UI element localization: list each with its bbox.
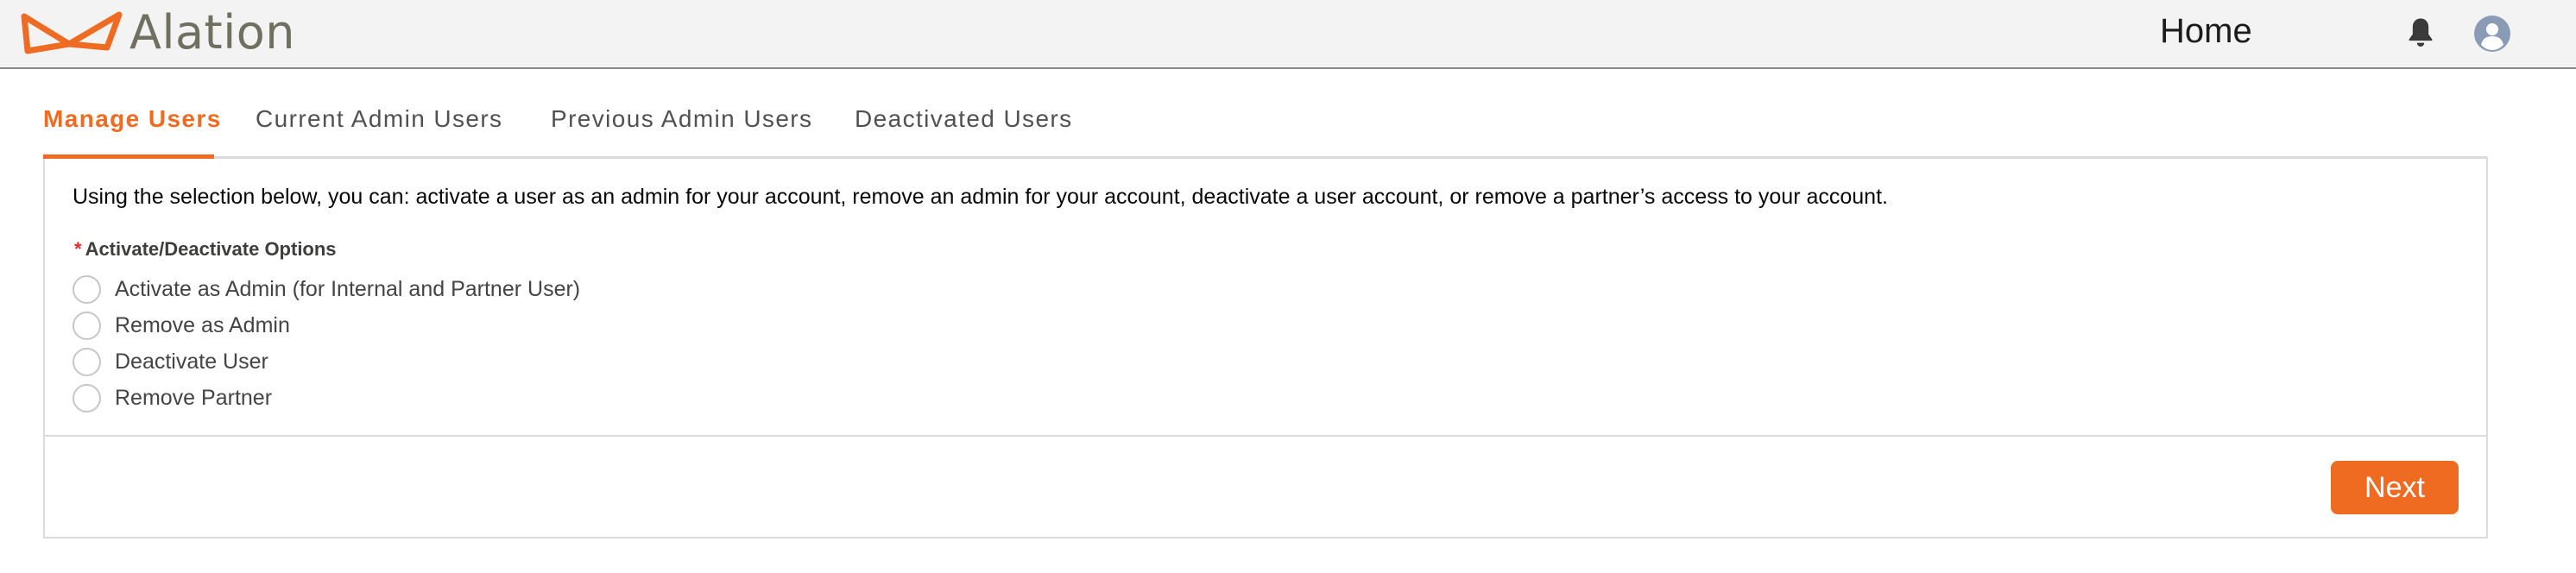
radio-label: Activate as Admin (for Internal and Part… — [115, 276, 581, 301]
radio-option-activate-admin[interactable]: Activate as Admin (for Internal and Part… — [73, 274, 580, 304]
nav-home-link[interactable]: Home — [2160, 12, 2252, 51]
tab-current-admin-users[interactable]: Current Admin Users — [256, 105, 502, 133]
tab-previous-admin-users[interactable]: Previous Admin Users — [551, 105, 812, 133]
next-button[interactable]: Next — [2331, 461, 2459, 514]
alation-logo-icon — [21, 11, 123, 54]
radio-option-deactivate-user[interactable]: Deactivate User — [73, 347, 268, 376]
app-header: Alation Home — [0, 0, 2576, 69]
radio-label: Remove Partner — [115, 385, 273, 410]
radio-label: Remove as Admin — [115, 312, 290, 337]
radio-button[interactable] — [73, 311, 101, 340]
radio-label: Deactivate User — [115, 349, 268, 374]
radio-option-remove-admin[interactable]: Remove as Admin — [73, 311, 290, 340]
required-indicator: * — [74, 238, 82, 260]
bell-icon[interactable] — [2403, 16, 2438, 50]
user-avatar-icon[interactable] — [2474, 16, 2510, 52]
radio-button[interactable] — [73, 347, 101, 376]
tab-manage-users[interactable]: Manage Users — [43, 105, 222, 133]
options-field-label: * Activate/Deactivate Options — [74, 238, 337, 261]
manage-users-card: Using the selection below, you can: acti… — [43, 159, 2488, 538]
radio-button[interactable] — [73, 274, 101, 304]
tab-bar: Manage Users Current Admin Users Previou… — [43, 93, 2488, 159]
radio-button[interactable] — [73, 383, 101, 412]
alation-logo[interactable]: Alation — [21, 7, 295, 59]
tab-deactivated-users[interactable]: Deactivated Users — [855, 105, 1073, 133]
intro-text: Using the selection below, you can: acti… — [73, 185, 1888, 209]
card-footer-divider — [45, 435, 2486, 437]
radio-option-remove-partner[interactable]: Remove Partner — [73, 383, 272, 412]
logo-wordmark: Alation — [129, 5, 295, 60]
options-label-text: Activate/Deactivate Options — [85, 238, 337, 260]
